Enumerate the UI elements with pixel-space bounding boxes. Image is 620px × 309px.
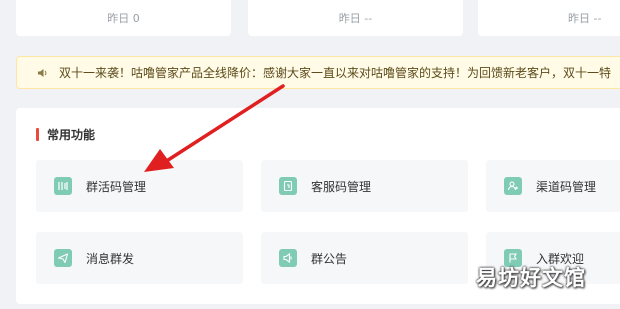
stat-value-3: 昨日 -- xyxy=(568,12,602,25)
function-service-code-management[interactable]: 客服码管理 xyxy=(261,160,468,212)
announcement-icon xyxy=(279,249,297,267)
function-channel-code-management[interactable]: 渠道码管理 xyxy=(486,160,620,212)
section-accent-bar xyxy=(36,127,39,141)
function-label: 客服码管理 xyxy=(311,179,372,194)
speaker-icon xyxy=(37,67,49,79)
notice-bar[interactable]: 双十一来袭！咕噜管家产品全线降价：感谢大家一直以来对咕噜管家的支持！为回馈新老客… xyxy=(16,56,620,89)
function-label: 群公告 xyxy=(311,251,348,266)
section-title-text: 常用功能 xyxy=(47,127,96,142)
qr-bars-icon xyxy=(54,177,72,195)
notice-text: 双十一来袭！咕噜管家产品全线降价：感谢大家一直以来对咕噜管家的支持！为回馈新老客… xyxy=(59,66,612,80)
function-label: 消息群发 xyxy=(86,251,135,266)
paper-plane-icon xyxy=(54,249,72,267)
section-title: 常用功能 xyxy=(36,127,96,142)
stat-value-2: 昨日 -- xyxy=(338,12,373,25)
service-doc-icon xyxy=(279,177,297,195)
stat-card-2: 昨日 -- xyxy=(248,0,463,36)
function-label: 群活码管理 xyxy=(86,179,147,194)
function-mass-message[interactable]: 消息群发 xyxy=(36,232,243,284)
channel-people-icon xyxy=(504,177,522,195)
stat-card-1: 昨日 0 xyxy=(16,0,231,36)
function-label: 渠道码管理 xyxy=(536,179,597,194)
stat-value-1: 昨日 0 xyxy=(107,12,140,25)
stat-card-3: 昨日 -- xyxy=(478,0,620,36)
watermark: 易坊好文馆 xyxy=(476,265,586,290)
function-group-code-management[interactable]: 群活码管理 xyxy=(36,160,243,212)
function-group-announcement[interactable]: 群公告 xyxy=(261,232,468,284)
